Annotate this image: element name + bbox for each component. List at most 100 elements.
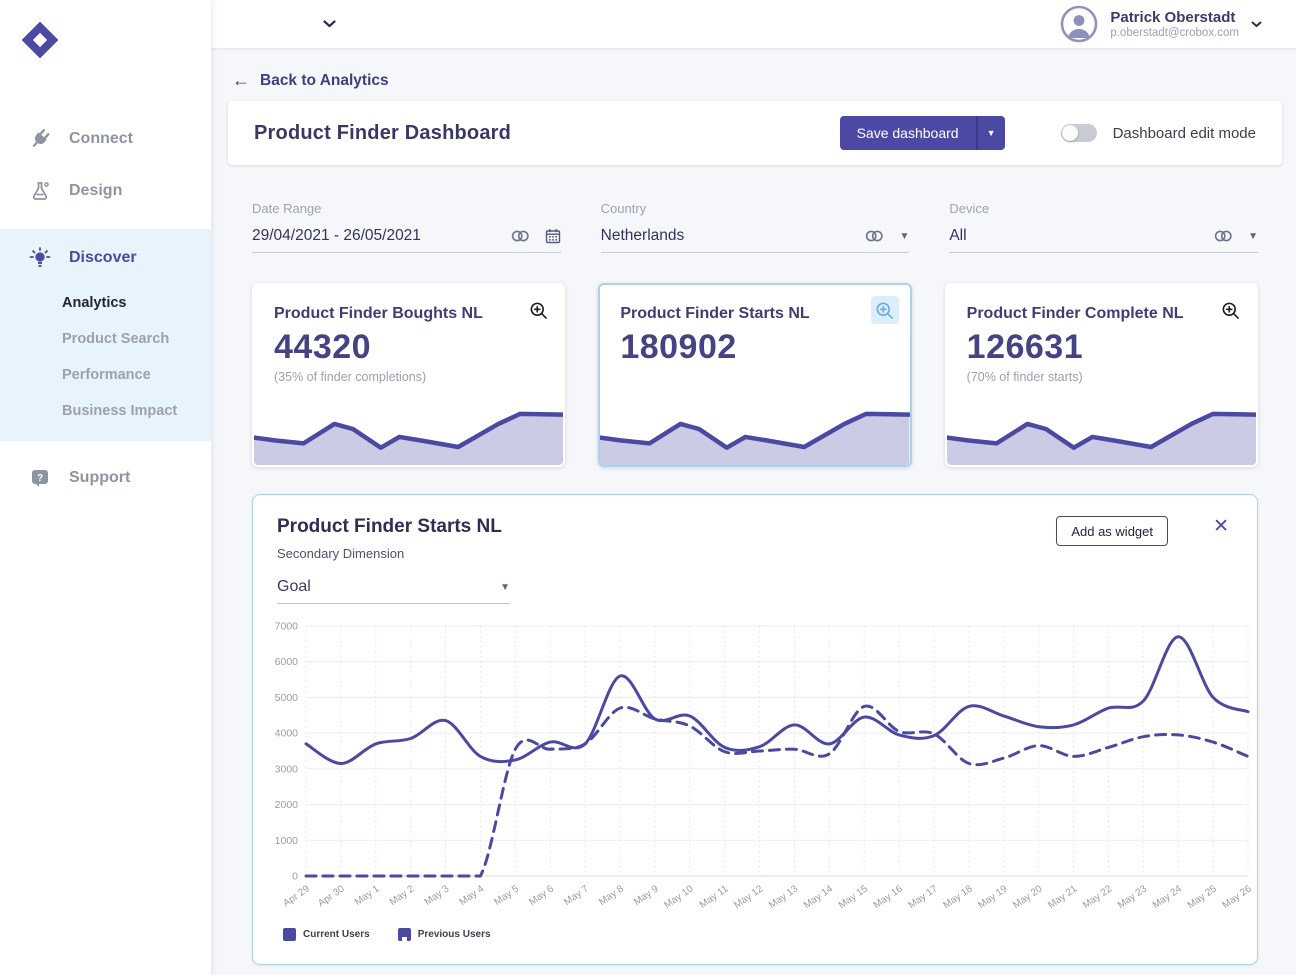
svg-text:May 10: May 10 xyxy=(662,883,696,911)
svg-text:4000: 4000 xyxy=(275,728,299,740)
sidebar-item-connect[interactable]: Connect xyxy=(0,113,211,165)
device-select[interactable]: All ▼ xyxy=(949,227,1258,253)
svg-text:May 12: May 12 xyxy=(732,883,766,911)
card-title: Product Finder Starts NL xyxy=(600,285,909,323)
legend-item-current-users[interactable]: Current Users xyxy=(283,928,370,941)
svg-text:May 1: May 1 xyxy=(353,883,382,908)
card-value: 126631 xyxy=(947,323,1256,367)
svg-text:May 4: May 4 xyxy=(458,883,487,908)
svg-text:May 22: May 22 xyxy=(1081,883,1115,911)
page-title: Product Finder Dashboard xyxy=(254,122,840,145)
caret-down-icon: ▼ xyxy=(500,582,510,593)
stat-card-boughts[interactable]: Product Finder Boughts NL 44320 (35% of … xyxy=(252,283,565,467)
zoom-in-icon[interactable] xyxy=(871,296,899,324)
svg-text:May 3: May 3 xyxy=(423,883,452,908)
stat-card-complete[interactable]: Product Finder Complete NL 126631 (70% o… xyxy=(945,283,1258,467)
svg-text:0: 0 xyxy=(292,871,298,883)
back-to-analytics-link[interactable]: ← Back to Analytics xyxy=(232,70,1282,91)
svg-text:3000: 3000 xyxy=(275,763,299,775)
svg-text:6000: 6000 xyxy=(275,656,299,668)
sparkline-chart xyxy=(600,393,909,465)
chevron-down-icon xyxy=(323,20,336,28)
stat-cards-row: Product Finder Boughts NL 44320 (35% of … xyxy=(252,283,1258,467)
link-icon xyxy=(865,230,884,242)
arrow-left-icon: ← xyxy=(232,70,250,91)
svg-text:May 23: May 23 xyxy=(1116,883,1150,911)
dimension-value: Goal xyxy=(277,578,500,596)
card-title: Product Finder Boughts NL xyxy=(254,285,563,323)
sidebar-item-support[interactable]: ? Support xyxy=(0,453,211,503)
legend-item-previous-users[interactable]: Previous Users xyxy=(398,928,491,941)
filters-row: Date Range 29/04/2021 - 26/05/2021 xyxy=(252,201,1258,253)
svg-text:May 16: May 16 xyxy=(872,883,906,911)
sidebar-item-performance[interactable]: Performance xyxy=(0,357,211,393)
zoom-in-icon[interactable] xyxy=(1217,296,1245,324)
svg-text:May 24: May 24 xyxy=(1151,883,1185,911)
sidebar-item-analytics[interactable]: Analytics xyxy=(0,285,211,321)
svg-text:May 11: May 11 xyxy=(698,883,731,911)
sidebar-item-business-impact[interactable]: Business Impact xyxy=(0,393,211,429)
caret-down-icon: ▼ xyxy=(899,231,909,242)
svg-text:May 9: May 9 xyxy=(632,883,661,908)
svg-text:May 2: May 2 xyxy=(388,883,417,908)
dashboard-header: Product Finder Dashboard Save dashboard … xyxy=(228,101,1282,165)
legend-swatch-dashed xyxy=(398,928,411,941)
close-icon[interactable]: ✕ xyxy=(1213,515,1229,538)
toggle-knob xyxy=(1062,125,1078,141)
card-subtitle: (70% of finder starts) xyxy=(947,367,1256,384)
sidebar-item-design[interactable]: Design xyxy=(0,165,211,217)
card-subtitle xyxy=(600,367,909,383)
sidebar-item-discover[interactable]: Discover xyxy=(0,231,211,285)
add-as-widget-button[interactable]: Add as widget xyxy=(1056,516,1168,546)
main-content: ← Back to Analytics Product Finder Dashb… xyxy=(228,48,1282,965)
plug-icon xyxy=(28,128,52,150)
country-value: Netherlands xyxy=(601,227,866,245)
svg-text:May 26: May 26 xyxy=(1221,883,1255,911)
svg-text:May 21: May 21 xyxy=(1046,883,1080,911)
zoom-in-icon[interactable] xyxy=(524,296,552,324)
save-dashboard-button[interactable]: Save dashboard xyxy=(840,116,976,150)
back-link-label: Back to Analytics xyxy=(260,72,389,90)
chart-panel: Product Finder Starts NL Secondary Dimen… xyxy=(252,494,1258,965)
sparkline-chart xyxy=(254,393,563,465)
crobox-logo[interactable] xyxy=(18,18,211,67)
svg-text:2000: 2000 xyxy=(275,799,299,811)
filter-label: Date Range xyxy=(252,201,561,216)
svg-text:May 20: May 20 xyxy=(1011,883,1045,911)
date-range-input[interactable]: 29/04/2021 - 26/05/2021 xyxy=(252,227,561,253)
sidebar-item-label: Support xyxy=(69,469,130,487)
sidebar-item-product-search[interactable]: Product Search xyxy=(0,321,211,357)
filter-label: Device xyxy=(949,201,1258,216)
user-menu[interactable]: Patrick Oberstadt p.oberstadt@crobox.com xyxy=(1060,5,1296,43)
filter-label: Country xyxy=(601,201,910,216)
country-filter: Country Netherlands ▼ xyxy=(601,201,910,253)
sidebar: Connect Design xyxy=(0,0,211,975)
svg-text:Apr 30: Apr 30 xyxy=(316,883,347,909)
sparkline-chart xyxy=(947,393,1256,465)
svg-text:May 14: May 14 xyxy=(802,883,836,911)
svg-text:May 7: May 7 xyxy=(562,883,591,908)
country-select[interactable]: Netherlands ▼ xyxy=(601,227,910,253)
user-email: p.oberstadt@crobox.com xyxy=(1110,27,1239,39)
secondary-dimension-select[interactable]: Goal ▼ xyxy=(277,578,510,604)
dashboard-edit-mode-toggle[interactable] xyxy=(1061,124,1097,142)
stat-card-starts[interactable]: Product Finder Starts NL 180902 xyxy=(598,283,911,467)
svg-text:Apr 29: Apr 29 xyxy=(281,883,312,909)
workspace-dropdown[interactable] xyxy=(323,20,336,28)
lightbulb-icon xyxy=(28,246,52,270)
svg-text:May 5: May 5 xyxy=(492,883,521,908)
svg-text:7000: 7000 xyxy=(275,621,299,633)
topbar: Patrick Oberstadt p.oberstadt@crobox.com xyxy=(211,0,1296,48)
sidebar-item-label: Discover xyxy=(69,249,137,267)
date-range-value: 29/04/2021 - 26/05/2021 xyxy=(252,227,511,245)
flask-icon xyxy=(28,180,52,202)
sidebar-discover-group: Discover Analytics Product Search Perfor… xyxy=(0,229,211,441)
save-dashboard-caret[interactable]: ▼ xyxy=(976,116,1005,150)
question-icon: ? xyxy=(28,468,52,488)
device-value: All xyxy=(949,227,1214,245)
calendar-icon[interactable] xyxy=(545,228,561,244)
card-value: 180902 xyxy=(600,323,909,367)
sidebar-item-label: Connect xyxy=(69,130,133,148)
svg-text:May 8: May 8 xyxy=(597,883,626,908)
legend-swatch-solid xyxy=(283,928,296,941)
